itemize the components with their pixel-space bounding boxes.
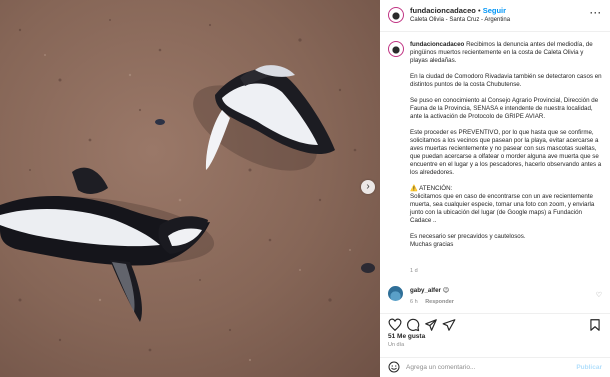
post-location[interactable]: Caleta Olivia - Santa Cruz - Argentina — [410, 17, 510, 23]
bookmark-icon[interactable] — [588, 318, 602, 332]
commenter-username[interactable]: gaby_alfer — [410, 287, 441, 294]
follow-button[interactable]: Seguir — [483, 6, 506, 15]
penguin-upper — [193, 65, 335, 171]
post-comment-button[interactable]: Publicar — [576, 364, 602, 371]
caption-text: fundacioncadaceo Recibimos la denuncia a… — [410, 41, 602, 257]
reply-button[interactable]: Responder — [425, 299, 454, 305]
caption-username[interactable]: fundacioncadaceo — [410, 41, 464, 48]
caption-paragraph: Este proceder es PREVENTIVO, por lo que … — [410, 129, 602, 176]
caption-author-avatar[interactable] — [388, 41, 404, 57]
separator-dot: • — [477, 6, 481, 15]
post-photo[interactable]: › — [0, 0, 380, 377]
post-date: Un día — [388, 342, 405, 348]
caption-paragraph: Se puso en conocimiento al Consejo Agrar… — [410, 97, 599, 120]
comment-text: 😉 — [442, 287, 450, 294]
comment-time: 6 h — [410, 299, 418, 305]
add-comment-bar: Publicar — [380, 357, 610, 377]
caption-paragraph: Es necesario ser precavidos y cautelosos… — [410, 233, 526, 248]
post-actions: 51 Me gusta Un día — [380, 313, 610, 357]
emoji-icon[interactable] — [388, 361, 400, 373]
comment-item: gaby_alfer 😉 6 h Responder ♡ — [380, 283, 610, 313]
heart-icon[interactable] — [388, 318, 402, 332]
comment-input[interactable] — [406, 360, 566, 374]
caption-paragraph: En la ciudad de Comodoro Rivadavia tambi… — [410, 73, 602, 88]
penguin-lower — [0, 167, 215, 322]
author-username[interactable]: fundacioncadaceo — [410, 6, 476, 15]
penguin-photo-image — [0, 19, 375, 362]
commenter-avatar[interactable] — [388, 286, 403, 301]
author-avatar[interactable] — [388, 7, 404, 23]
more-horizontal-icon[interactable]: ··· — [590, 9, 602, 18]
post-caption: fundacioncadaceo Recibimos la denuncia a… — [380, 33, 610, 283]
comment-icon[interactable] — [406, 318, 420, 332]
post-side-panel: fundacioncadaceo • Seguir Caleta Olivia … — [380, 0, 610, 377]
post-header: fundacioncadaceo • Seguir Caleta Olivia … — [380, 0, 610, 32]
caption-time: 1 d — [410, 268, 418, 274]
share-alt-icon[interactable] — [442, 318, 456, 332]
chevron-right-icon: › — [366, 181, 370, 192]
like-count[interactable]: 51 Me gusta — [388, 333, 425, 340]
share-icon[interactable] — [424, 318, 438, 332]
next-image-button[interactable]: › — [361, 180, 375, 194]
caption-paragraph: ⚠️ ATENCIÓN: Solicitamos que en caso de … — [410, 185, 595, 224]
comment-like-heart-icon[interactable]: ♡ — [596, 291, 602, 299]
